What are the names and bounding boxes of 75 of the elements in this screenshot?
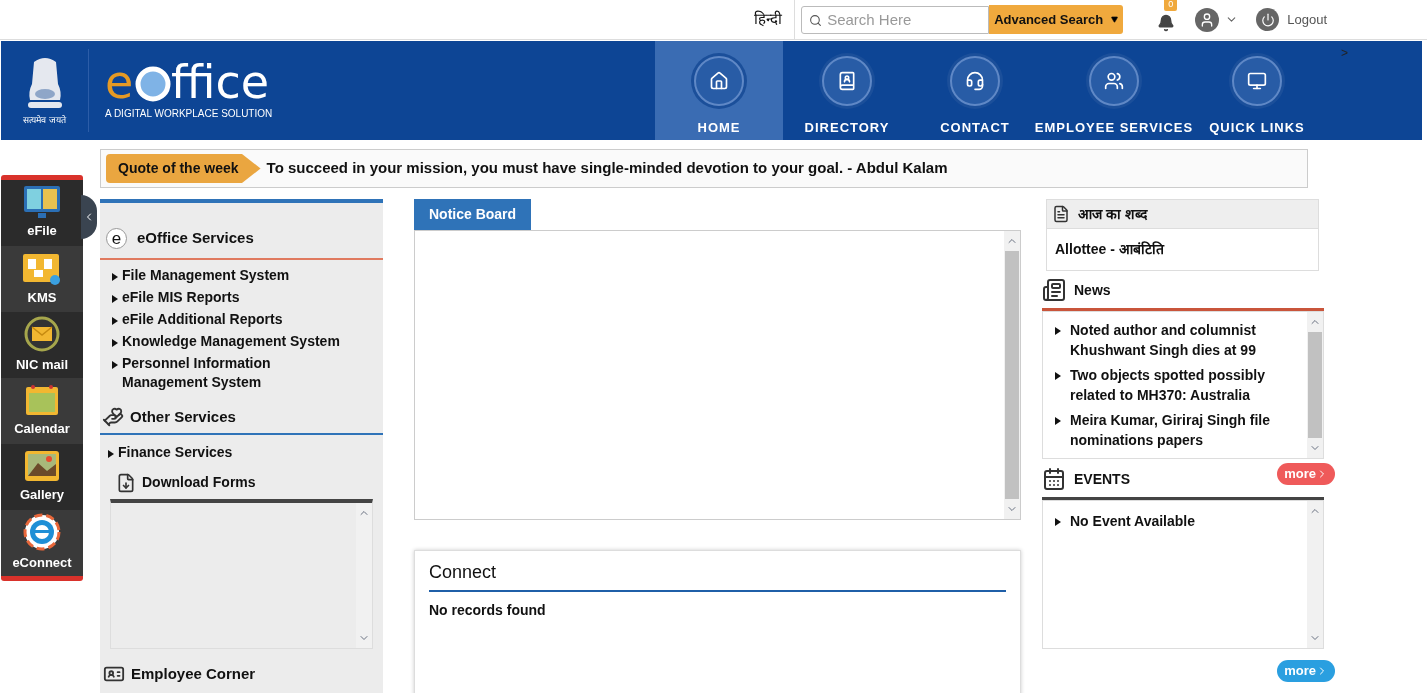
calendar-icon: [1042, 467, 1066, 491]
caret-icon: [1111, 16, 1119, 23]
search-field[interactable]: Search Here: [801, 5, 990, 34]
collapse-handle[interactable]: [81, 195, 97, 239]
monitor-icon[interactable]: [23, 185, 61, 220]
service-link[interactable]: eFile MIS Reports: [122, 287, 352, 307]
notification-count: 0: [1164, 0, 1178, 11]
newspaper-icon: [1042, 278, 1066, 302]
helping-hand-icon: [102, 405, 124, 428]
eoffice-logo: e ffice: [105, 60, 271, 104]
dock-item[interactable]: Calendar: [1, 378, 83, 444]
quote-text: To succeed in your mission, you must have single-minded devotion to your goal. - Abdul Kalam: [266, 158, 948, 179]
address-book-icon: [837, 71, 857, 91]
language-link[interactable]: हिन्दी: [754, 0, 796, 39]
home-icon: [709, 71, 729, 91]
caret-icon: [112, 272, 118, 281]
caret-icon: [112, 316, 118, 325]
logout-link[interactable]: Logout: [1287, 9, 1327, 30]
section-title: eOffice Services: [137, 228, 254, 248]
emblem-motto: सत्यमेव जयते: [23, 113, 66, 127]
document-icon: [1052, 205, 1070, 223]
events-title: EVENTS: [1074, 469, 1130, 489]
quote-label: Quote of the week: [106, 154, 261, 183]
picture-icon[interactable]: [23, 449, 61, 484]
word-text: Allottee - आबंटिति: [1054, 240, 1166, 259]
service-link[interactable]: Personnel Information Management System: [122, 353, 352, 392]
tagline: A DIGITAL WORKPLACE SOLUTION: [105, 107, 273, 121]
scrollbar[interactable]: [1307, 501, 1323, 648]
news-link[interactable]: Two objects spotted possibly related to MH370: Australia: [1070, 365, 1307, 405]
caret-icon: [1055, 518, 1061, 526]
news-link[interactable]: Noted author and columnist Khushwant Singh dies at 99: [1070, 320, 1307, 360]
service-link[interactable]: eFile Additional Reports: [122, 309, 352, 329]
nav-tab[interactable]: HOME: [655, 41, 783, 140]
document-download-icon: [116, 472, 136, 493]
scrollbar[interactable]: [1004, 231, 1020, 519]
e-logo-icon: e: [106, 227, 127, 249]
scrollbar[interactable]: [1307, 312, 1323, 458]
mail-icon[interactable]: [23, 315, 61, 354]
news-title: News: [1074, 280, 1111, 300]
section-title: Other Services: [130, 406, 236, 427]
corner-mark: >: [1341, 45, 1348, 62]
calendar-icon[interactable]: [23, 383, 61, 418]
section-title: Employee Corner: [131, 664, 256, 684]
bell-icon[interactable]: [1157, 13, 1176, 32]
download-forms-link[interactable]: Download Forms: [142, 472, 256, 493]
empty-message: No records found: [429, 601, 547, 620]
user-icon[interactable]: [1195, 7, 1220, 32]
dock-item[interactable]: Gallery: [1, 444, 83, 510]
caret-icon: [112, 294, 118, 303]
word-title: आज का शब्द: [1078, 204, 1147, 224]
news-link[interactable]: Meira Kumar, Giriraj Singh file nominations papers: [1070, 410, 1307, 450]
scrollbar[interactable]: [356, 503, 372, 648]
caret-icon: [1055, 372, 1061, 380]
dock-item[interactable]: KMS: [1, 246, 83, 312]
caret-icon: [108, 450, 114, 458]
caret-icon: [1055, 417, 1061, 425]
service-link[interactable]: Finance Services: [118, 443, 233, 462]
computer-icon: [1247, 71, 1267, 91]
advanced-search-button[interactable]: Advanced Search: [989, 5, 1124, 34]
power-icon[interactable]: [1256, 8, 1280, 31]
event-text: No Event Available: [1070, 512, 1195, 531]
dock-item[interactable]: NIC mail: [1, 312, 83, 378]
dock-item[interactable]: eConnect: [1, 510, 83, 576]
dock-item[interactable]: eFile: [1, 180, 83, 246]
nav-tab[interactable]: DIRECTORY: [783, 41, 911, 140]
service-link[interactable]: Knowledge Management System: [122, 331, 352, 351]
caret-icon: [112, 338, 118, 347]
notice-board-tab[interactable]: Notice Board: [414, 199, 532, 230]
headset-icon: [965, 71, 985, 91]
e-logo-icon[interactable]: [23, 513, 61, 552]
caret-icon: [1055, 327, 1061, 335]
caret-icon: [112, 360, 118, 369]
connect-title: Connect: [429, 559, 1006, 592]
service-link[interactable]: File Management System: [122, 265, 352, 285]
people-icon: [1104, 71, 1124, 91]
